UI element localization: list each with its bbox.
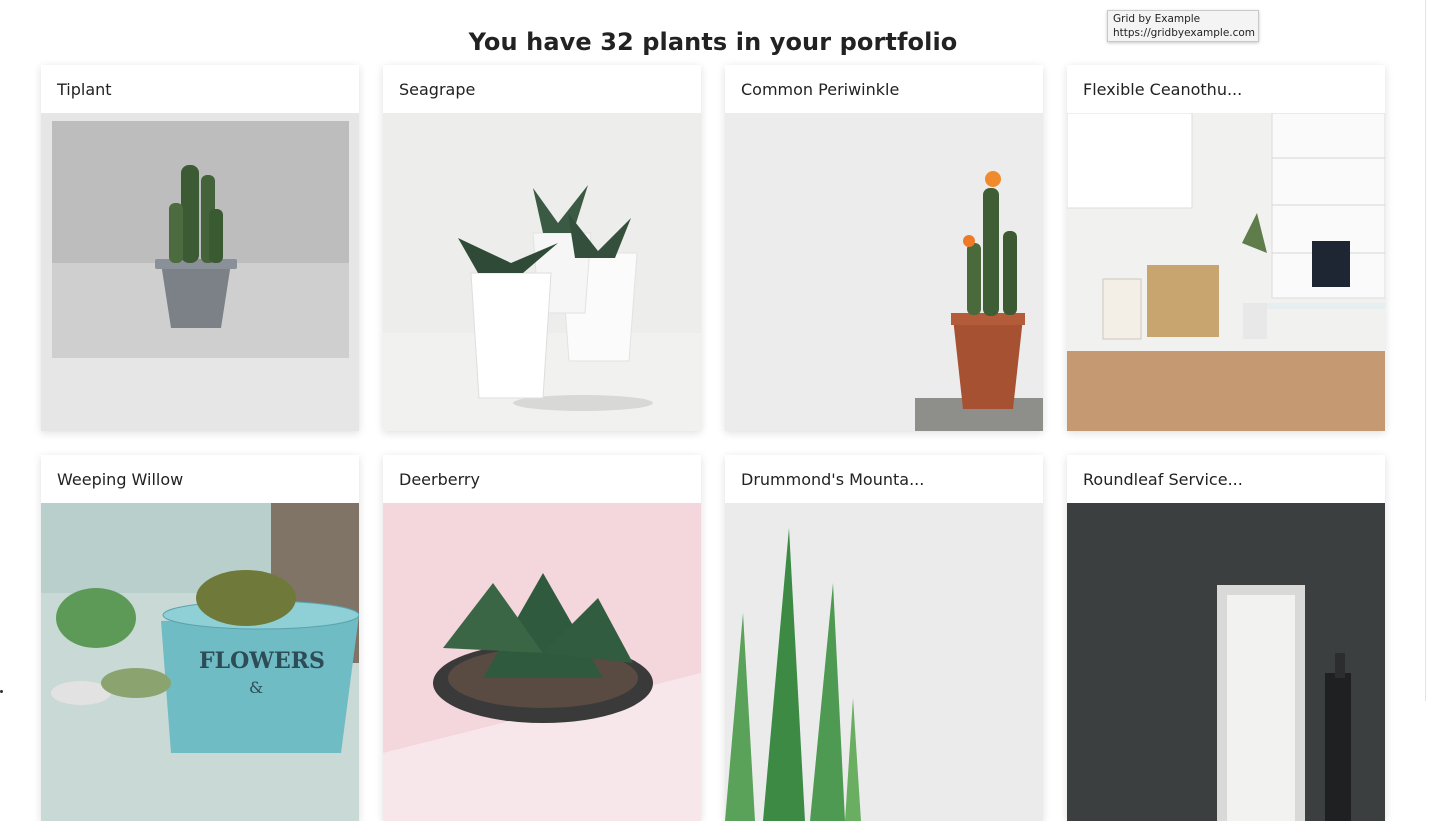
svg-text:&: & [249,678,263,697]
plant-image[interactable]: FLOWERS & [41,503,359,821]
plant-image[interactable] [1067,113,1385,431]
plant-image[interactable] [725,503,1043,821]
plant-image[interactable] [1067,503,1385,821]
tooltip-url: https://gridbyexample.com [1113,27,1256,39]
tooltip: Grid by Example https://gridbyexample.co… [1107,10,1259,42]
window-edge [1425,0,1426,701]
plant-name[interactable]: Weeping Willow [41,455,359,503]
plant-image[interactable] [383,113,701,431]
plant-name[interactable]: Roundleaf Service... [1067,455,1385,503]
plant-name[interactable]: Deerberry [383,455,701,503]
plant-name[interactable]: Flexible Ceanothu... [1067,65,1385,113]
plant-name[interactable]: Tiplant [41,65,359,113]
plant-card[interactable]: Seagrape [383,65,701,431]
plant-card[interactable]: Roundleaf Service... [1067,455,1385,821]
plant-card[interactable]: Deerberry [383,455,701,821]
plant-card[interactable]: Tiplant [41,65,359,431]
plant-name[interactable]: Drummond's Mounta... [725,455,1043,503]
plant-image[interactable] [725,113,1043,431]
plant-card[interactable]: Weeping Willow FLOWERS & [41,455,359,821]
svg-text:FLOWERS: FLOWERS [199,648,325,674]
plant-card[interactable]: Flexible Ceanothu... [1067,65,1385,431]
plant-card[interactable]: Common Periwinkle [725,65,1043,431]
plant-name[interactable]: Common Periwinkle [725,65,1043,113]
plant-image[interactable] [41,113,359,431]
edge-mark [0,690,3,693]
plant-name[interactable]: Seagrape [383,65,701,113]
plant-card[interactable]: Drummond's Mounta... [725,455,1043,821]
tooltip-title: Grid by Example [1113,13,1201,25]
plant-image[interactable] [383,503,701,821]
